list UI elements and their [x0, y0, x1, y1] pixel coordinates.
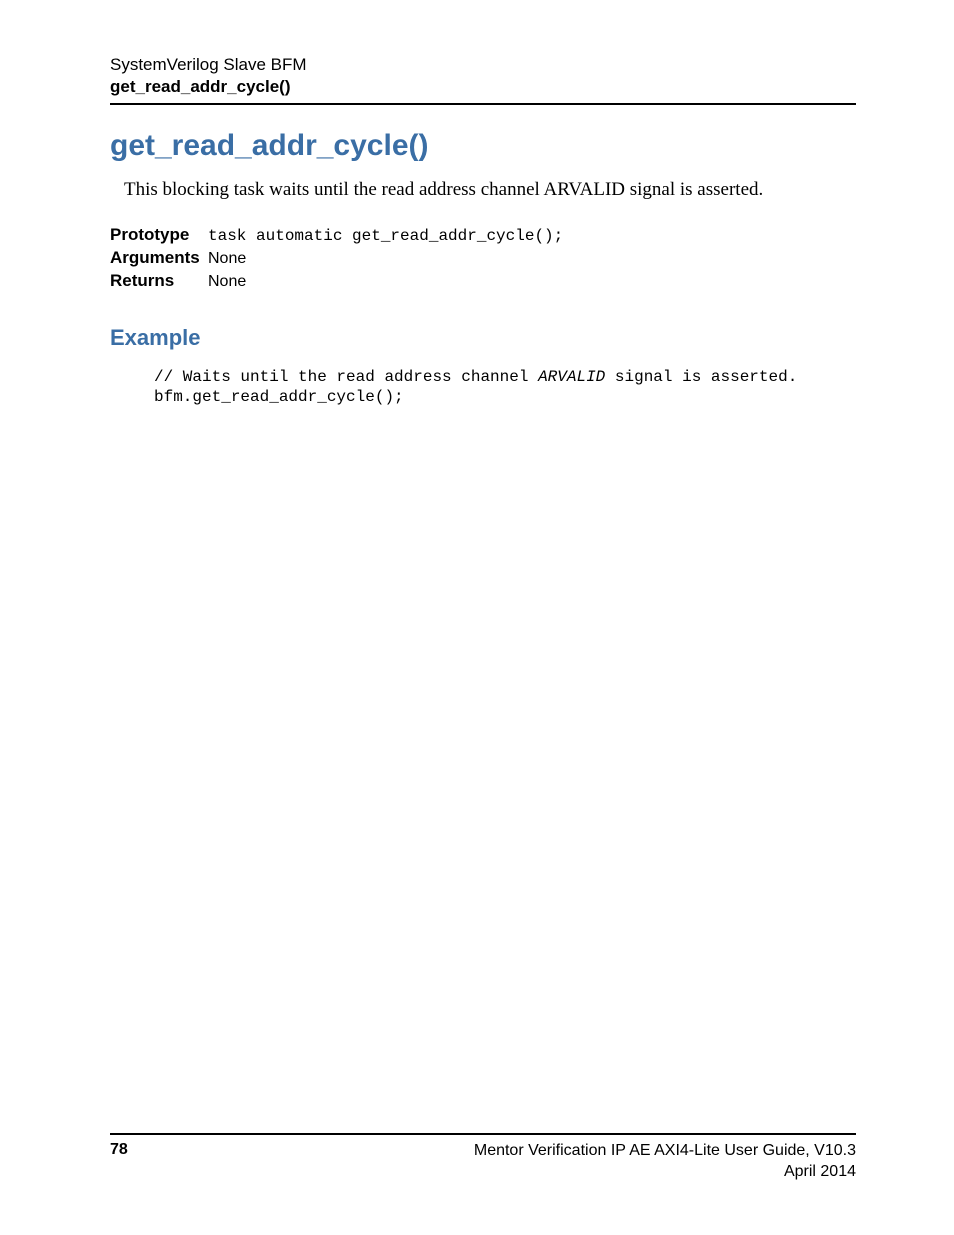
example-heading: Example	[110, 325, 856, 351]
page-footer: 78 Mentor Verification IP AE AXI4-Lite U…	[110, 1133, 856, 1183]
page-title: get_read_addr_cycle()	[110, 129, 856, 163]
code-comment-suffix: signal is asserted.	[605, 368, 797, 386]
returns-value: None	[208, 273, 246, 291]
footer-date: April 2014	[474, 1162, 856, 1183]
page-content: SystemVerilog Slave BFM get_read_addr_cy…	[0, 0, 954, 407]
header-chapter: SystemVerilog Slave BFM	[110, 55, 856, 75]
description-paragraph: This blocking task waits until the read …	[124, 177, 856, 203]
page-number: 78	[110, 1141, 128, 1159]
definition-table: Prototype task automatic get_read_addr_c…	[110, 225, 856, 291]
header-section-name: get_read_addr_cycle()	[110, 77, 856, 97]
returns-row: Returns None	[110, 271, 856, 291]
prototype-label: Prototype	[110, 225, 208, 245]
code-comment-prefix: // Waits until the read address channel	[154, 368, 538, 386]
footer-doc-title: Mentor Verification IP AE AXI4-Lite User…	[474, 1141, 856, 1162]
arguments-label: Arguments	[110, 248, 208, 268]
prototype-row: Prototype task automatic get_read_addr_c…	[110, 225, 856, 245]
example-code: // Waits until the read address channel …	[154, 367, 856, 407]
prototype-value: task automatic get_read_addr_cycle();	[208, 227, 563, 245]
footer-right: Mentor Verification IP AE AXI4-Lite User…	[474, 1141, 856, 1183]
code-comment-signal: ARVALID	[538, 368, 605, 386]
arguments-value: None	[208, 250, 246, 268]
returns-label: Returns	[110, 271, 208, 291]
running-header: SystemVerilog Slave BFM get_read_addr_cy…	[110, 55, 856, 105]
code-line-call: bfm.get_read_addr_cycle();	[154, 388, 404, 406]
arguments-row: Arguments None	[110, 248, 856, 268]
